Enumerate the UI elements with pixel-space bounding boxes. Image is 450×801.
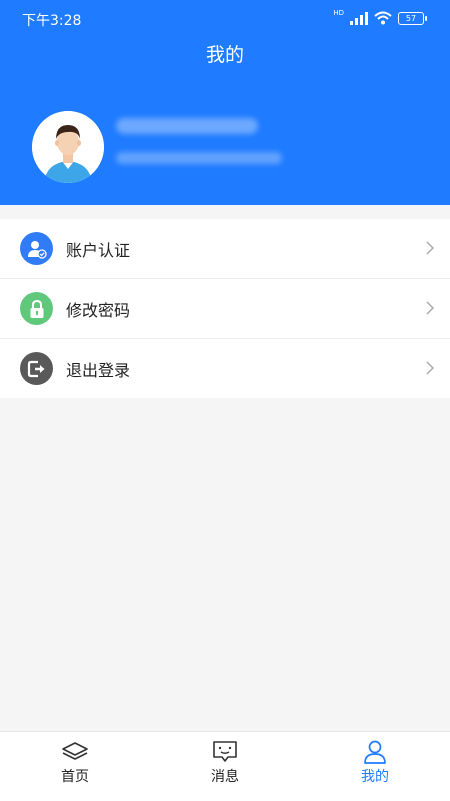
user-icon [364,740,386,764]
logout-icon [20,352,53,385]
chevron-right-icon [426,241,434,255]
signal-icon [350,11,368,25]
status-bar: 下午3:28 HD 57 [0,0,450,36]
account-verify-icon [20,232,53,265]
page-title: 我的 [205,44,244,66]
chevron-right-icon [426,301,434,315]
menu-item-change-password[interactable]: 修改密码 [0,278,450,338]
person-avatar-icon [32,111,104,183]
tab-home[interactable]: 首页 [0,732,150,801]
wifi-icon [374,11,392,25]
settings-menu: 账户认证 修改密码 退出登录 [0,219,450,398]
menu-item-label: 修改密码 [66,300,131,320]
home-layers-icon [62,742,88,760]
tab-label: 首页 [61,769,89,785]
tab-messages[interactable]: 消息 [150,732,300,801]
blurred-username [116,118,258,134]
hd-label: HD [333,8,344,17]
menu-item-logout[interactable]: 退出登录 [0,338,450,398]
menu-item-label: 退出登录 [66,360,131,380]
profile-header: 下午3:28 HD 57 我的 [0,0,450,205]
message-icon [213,741,237,762]
tab-mine[interactable]: 我的 [300,732,450,801]
lock-icon [20,292,53,325]
battery-icon: 57 [398,11,427,25]
tab-label: 消息 [211,769,239,785]
avatar[interactable] [32,111,104,183]
status-time: 下午3:28 [22,13,82,29]
chevron-right-icon [426,361,434,375]
menu-item-account-verification[interactable]: 账户认证 [0,219,450,278]
blurred-user-info [116,152,282,164]
tab-label: 我的 [361,769,389,785]
menu-item-label: 账户认证 [66,240,131,260]
status-icons: HD 57 [333,8,427,27]
bottom-tab-bar: 首页 消息 我的 [0,731,450,801]
